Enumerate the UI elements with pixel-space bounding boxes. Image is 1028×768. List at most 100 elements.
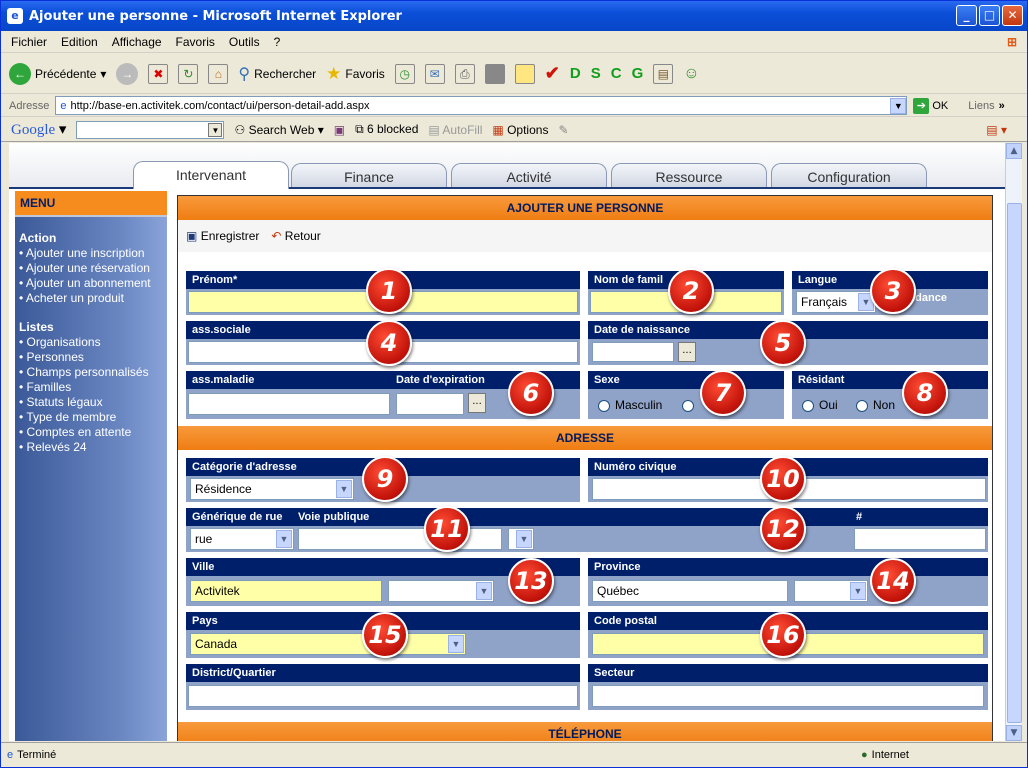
refresh-icon[interactable]: ↻ (178, 63, 199, 84)
sidebar-item-personnes[interactable]: • Personnes (19, 350, 167, 365)
forward-arrow-icon[interactable]: → (116, 62, 139, 85)
province-input[interactable]: Québec (592, 580, 788, 602)
browser-window: e Ajouter une personne - Microsoft Inter… (0, 0, 1028, 768)
scroll-up-icon[interactable]: ▲ (1006, 143, 1022, 159)
history-icon[interactable]: ◷ (394, 63, 415, 84)
ville-input[interactable]: Activitek (190, 580, 382, 602)
ville-select[interactable]: ▼ (388, 580, 494, 602)
menu-favoris[interactable]: Favoris (176, 35, 215, 49)
autofill-button[interactable]: ▤ AutoFill (428, 123, 482, 137)
non-option[interactable]: Non (856, 398, 895, 412)
badge-12: 12 (760, 506, 806, 552)
categorie-select[interactable]: Résidence ▼ (190, 478, 354, 500)
menu-edition[interactable]: Edition (61, 35, 98, 49)
home-icon[interactable]: ⌂ (208, 63, 229, 84)
district-input[interactable] (188, 685, 578, 707)
oui-radio[interactable] (802, 399, 814, 412)
tab-configuration[interactable]: Configuration (771, 163, 927, 189)
search-web-button[interactable]: ⚇ Search Web ▾ (234, 123, 323, 137)
window-title: Ajouter une personne - Microsoft Interne… (29, 8, 402, 24)
masculin-radio[interactable] (598, 399, 610, 412)
sidebar-item-type-membre[interactable]: • Type de membre (19, 410, 167, 425)
close-button[interactable]: ✕ (1002, 5, 1023, 26)
favorites-button[interactable]: ★ Favoris (326, 64, 385, 84)
google-dropdown-icon[interactable]: ▼ (208, 122, 223, 137)
sidebar-item-ajouter-reservation[interactable]: • Ajouter une réservation (19, 261, 167, 276)
back-link[interactable]: ↶ Retour (271, 229, 320, 243)
scroll-down-icon[interactable]: ▼ (1006, 725, 1022, 741)
go-button[interactable]: ➔ OK (913, 97, 948, 114)
pays-select[interactable]: Canada ▼ (190, 633, 466, 655)
lists-title: Listes (19, 320, 54, 334)
toolbar-c-button[interactable]: C (611, 65, 622, 82)
sidebar-item-familles[interactable]: • Familles (19, 380, 167, 395)
check-icon[interactable]: ✔ (545, 63, 560, 84)
url-field[interactable]: e http://base-en.activitek.com/contact/u… (55, 96, 908, 115)
oui-option[interactable]: Oui (802, 398, 838, 412)
messenger-icon[interactable]: ☺ (683, 65, 699, 83)
menu-affichage[interactable]: Affichage (112, 35, 162, 49)
form-actions: ▣ Enregistrer ↶ Retour (178, 220, 992, 252)
ass-maladie-input[interactable] (188, 393, 390, 415)
date-expiration-input[interactable] (396, 393, 464, 415)
voie-input[interactable] (298, 528, 502, 550)
sidebar-item-acheter-produit[interactable]: • Acheter un produit (19, 291, 167, 306)
toolbar-s-button[interactable]: S (591, 65, 601, 82)
news-icon[interactable]: ▣ (334, 123, 345, 137)
langue-select[interactable]: Français ▼ (796, 291, 876, 313)
research-icon[interactable]: ▤ (653, 63, 674, 84)
print-icon[interactable]: ⎙ (454, 63, 475, 84)
popup-blocker-button[interactable]: ⧉ 6 blocked (355, 122, 418, 137)
date-naissance-input[interactable] (592, 342, 674, 362)
action-section: Action • Ajouter une inscription • Ajout… (15, 231, 167, 306)
menu-help[interactable]: ? (274, 35, 281, 49)
sidebar-item-ajouter-abonnement[interactable]: • Ajouter un abonnement (19, 276, 167, 291)
save-button[interactable]: ▣ Enregistrer (186, 229, 259, 243)
number-input[interactable] (854, 528, 986, 550)
autofill-icon: ▤ (428, 122, 440, 137)
tab-ressource[interactable]: Ressource (611, 163, 767, 189)
voie-type-select[interactable]: ▼ (508, 528, 534, 550)
edit-icon[interactable] (484, 63, 505, 84)
pencil-icon[interactable]: ✎ (558, 123, 568, 137)
sidebar-item-ajouter-inscription[interactable]: • Ajouter une inscription (19, 246, 167, 261)
toolbar-g-button[interactable]: G (632, 65, 644, 82)
menu-outils[interactable]: Outils (229, 35, 260, 49)
sidebar-item-comptes[interactable]: • Comptes en attente (19, 425, 167, 440)
links-chevron-icon[interactable]: » (999, 100, 1005, 112)
badge-3: 3 (870, 268, 916, 314)
sidebar-item-statuts[interactable]: • Statuts légaux (19, 395, 167, 410)
google-search-input[interactable]: ▼ (76, 120, 225, 139)
feminin-option[interactable] (682, 398, 699, 412)
google-logo[interactable]: Google ▾ (11, 120, 66, 139)
toolbar-d-button[interactable]: D (570, 65, 581, 82)
tab-intervenant[interactable]: Intervenant (133, 161, 289, 189)
sidebar-item-releves[interactable]: • Relevés 24 (19, 440, 167, 455)
options-button[interactable]: ▦ Options (492, 123, 548, 137)
sidebar-item-champs[interactable]: • Champs personnalisés (19, 365, 167, 380)
scroll-thumb[interactable] (1007, 203, 1022, 723)
search-button[interactable]: ⚲ Rechercher (238, 64, 316, 84)
secteur-input[interactable] (592, 685, 984, 707)
masculin-option[interactable]: Masculin (598, 398, 662, 412)
non-radio[interactable] (856, 399, 868, 412)
stop-icon[interactable]: ✖ (148, 63, 169, 84)
note-icon[interactable] (514, 63, 535, 84)
date-expiration-picker-button[interactable]: ... (468, 393, 486, 413)
links-label[interactable]: Liens (968, 100, 994, 112)
url-dropdown-icon[interactable]: ▼ (890, 97, 907, 114)
maximize-button[interactable]: □ (979, 5, 1000, 26)
minimize-button[interactable]: _ (956, 5, 977, 26)
sidebar-item-organisations[interactable]: • Organisations (19, 335, 167, 350)
vertical-scrollbar[interactable]: ▲ ▼ (1005, 143, 1022, 741)
feminin-radio[interactable] (682, 399, 694, 412)
research-tool-icon[interactable]: ▤ ▾ (986, 123, 1007, 137)
tab-activite[interactable]: Activité (451, 163, 607, 189)
menu-fichier[interactable]: Fichier (11, 35, 47, 49)
generique-select[interactable]: rue ▼ (190, 528, 294, 550)
back-button[interactable]: ← Précédente ▾ (9, 62, 106, 85)
tab-finance[interactable]: Finance (291, 163, 447, 189)
province-select[interactable]: ▼ (794, 580, 868, 602)
date-naissance-picker-button[interactable]: ... (678, 342, 696, 362)
mail-icon[interactable]: ✉ (424, 63, 445, 84)
